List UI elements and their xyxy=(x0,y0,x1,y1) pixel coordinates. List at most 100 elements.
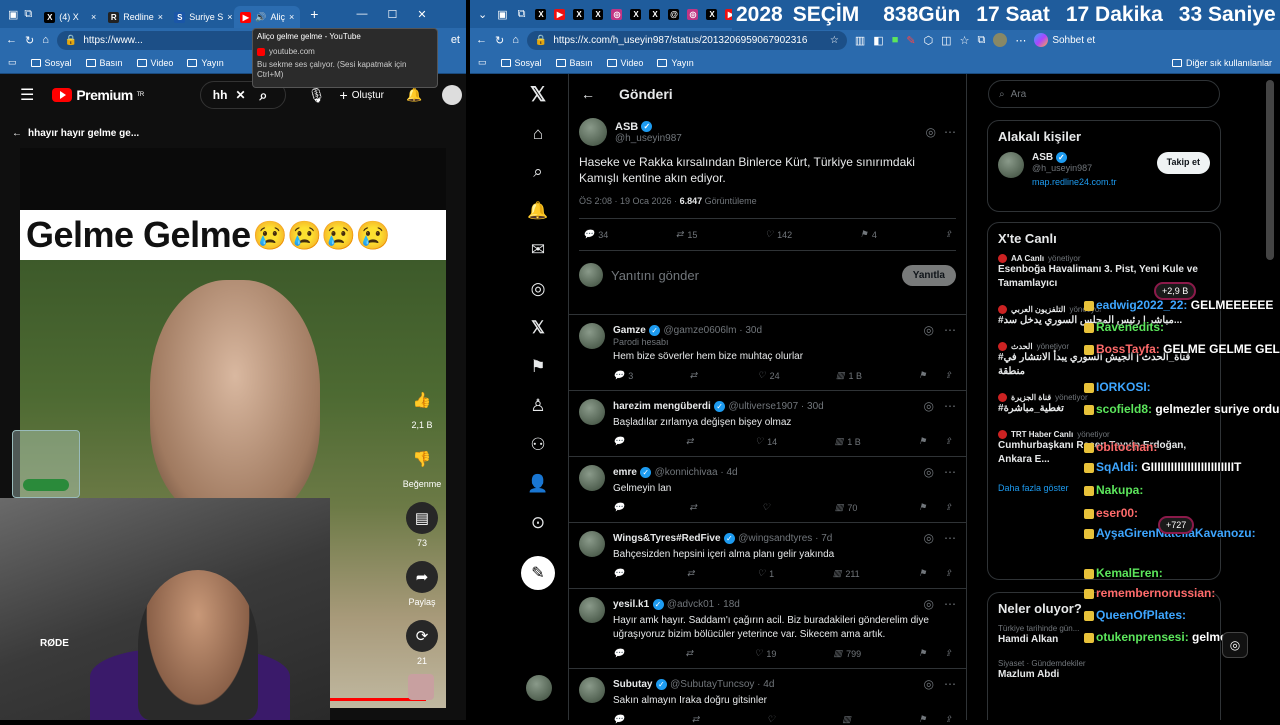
clear-icon[interactable]: ✕ xyxy=(235,88,245,102)
more-options-icon[interactable]: ⋯ xyxy=(944,323,956,337)
more-options-icon[interactable]: ⋯ xyxy=(944,597,956,611)
bookmark-folder[interactable]: Yayın xyxy=(187,58,224,68)
instagram-icon[interactable]: ◎ xyxy=(611,8,623,20)
live-viewer-badge[interactable]: +2,9 B xyxy=(1154,282,1197,300)
bookmark-folder[interactable]: Sosyal xyxy=(500,58,542,68)
share-icon[interactable]: ⇪ xyxy=(944,370,952,381)
bookmark-button[interactable]: ⚑ ⇪ xyxy=(918,502,952,513)
views-button[interactable]: ▥ 211 xyxy=(833,568,860,579)
explore-search-icon[interactable]: ⌕ xyxy=(520,162,556,182)
like-button[interactable]: ♡ 24 xyxy=(758,370,780,381)
more-circle-icon[interactable]: ⊙ xyxy=(520,513,556,533)
close-icon[interactable]: × xyxy=(91,12,96,22)
tab-actions-icon[interactable]: ⧉ xyxy=(24,8,32,21)
x-icon[interactable]: X xyxy=(535,8,547,20)
home-icon[interactable]: ⌂ xyxy=(42,34,49,46)
post-time[interactable]: ÖS 2:08 · 19 Oca 2026 · xyxy=(579,196,677,206)
reply-avatar[interactable] xyxy=(579,597,605,623)
tab-x[interactable]: X (4) X × xyxy=(38,6,102,28)
like-button[interactable]: ♡ 142 xyxy=(765,229,792,240)
post-author-name[interactable]: ASB xyxy=(615,121,638,133)
other-bookmarks[interactable]: Diğer sık kullanılanlar xyxy=(1171,58,1272,68)
back-arrow-icon[interactable]: ← xyxy=(581,86,595,102)
reply-avatar[interactable] xyxy=(579,677,605,703)
grok-icon[interactable]: ◎ xyxy=(924,399,934,413)
notifications-bell-icon[interactable]: 🔔 xyxy=(520,201,556,221)
bookmark-button[interactable]: ⚑ 4 xyxy=(860,229,877,240)
bell-icon[interactable]: 🔔 xyxy=(406,87,422,103)
x-icon[interactable]: X xyxy=(649,8,661,20)
repost-button[interactable]: ⇄ xyxy=(687,568,699,579)
favorites-icon[interactable]: ☆ xyxy=(960,34,970,47)
bookmark-folder[interactable]: Basın xyxy=(555,58,593,68)
reply-button[interactable]: 💬 xyxy=(613,648,628,659)
grok-icon[interactable]: ◎ xyxy=(924,323,934,337)
reply-input[interactable]: Yanıtını gönder xyxy=(611,268,894,283)
workspaces-icon[interactable]: ▣ xyxy=(497,8,507,21)
more-options-icon[interactable]: ⋯ xyxy=(944,399,956,413)
x-logo-icon[interactable]: 𝕏 xyxy=(520,82,556,107)
share-icon[interactable]: ⇪ xyxy=(944,436,952,447)
copilot-chat-button[interactable]: Sohbet et xyxy=(1034,33,1095,47)
reply-tweet[interactable]: Subutay ✓ @SubutayTuncsoy · 4d ◎ ⋯ Sakın … xyxy=(569,668,966,725)
create-button[interactable]: + Oluştur xyxy=(340,87,384,103)
more-options-icon[interactable]: ⋯ xyxy=(944,465,956,479)
like-button[interactable]: ♡ 19 xyxy=(754,648,776,659)
repost-button[interactable]: ⇄ xyxy=(685,648,697,659)
avatar[interactable] xyxy=(442,85,463,105)
like-button[interactable]: 👍 2,1 B xyxy=(400,384,444,430)
post-author-handle[interactable]: @h_useyin987 xyxy=(615,133,682,144)
relevant-link[interactable]: map.redline24.com.tr xyxy=(1032,177,1149,187)
reply-button[interactable]: 💬 3 xyxy=(613,370,633,381)
reply-tweet[interactable]: emre ✓ @konnichivaa · 4d ◎ ⋯ Gelmeyin lan… xyxy=(569,456,966,513)
scrollbar[interactable] xyxy=(1266,80,1274,260)
messages-icon[interactable]: ✉ xyxy=(520,240,556,260)
grok-icon[interactable]: ◎ xyxy=(924,597,934,611)
x-icon[interactable]: X xyxy=(706,8,718,20)
views-button[interactable]: ▥ 799 xyxy=(834,648,862,659)
post-compose-button[interactable]: ✎ xyxy=(521,556,555,590)
bookmark-folder[interactable]: Video xyxy=(606,58,643,68)
views-button[interactable]: ▥ 1 B xyxy=(835,436,861,447)
close-icon[interactable]: × xyxy=(289,12,294,22)
maximize-icon[interactable]: ☐ xyxy=(387,8,397,21)
tab-list-icon[interactable]: ⌄ xyxy=(478,8,487,21)
remix-button[interactable]: ⟳ 21 xyxy=(400,620,444,666)
reply-avatar[interactable] xyxy=(579,323,605,349)
reply-avatar[interactable] xyxy=(579,465,605,491)
bookmark-folder[interactable]: Basın xyxy=(85,58,123,68)
close-icon[interactable]: × xyxy=(158,12,163,22)
reply-avatar[interactable] xyxy=(579,531,605,557)
sound-thumbnail[interactable] xyxy=(408,674,434,700)
minimize-icon[interactable]: — xyxy=(356,8,367,20)
share-icon[interactable]: ⇪ xyxy=(944,648,952,659)
bookmark-button[interactable]: ⚑ ⇪ xyxy=(918,370,952,381)
like-button[interactable]: ♡ 1 xyxy=(757,568,774,579)
relevant-avatar[interactable] xyxy=(998,152,1024,178)
extension-icon[interactable]: ⬡ xyxy=(924,34,934,47)
more-options-icon[interactable]: ⋯ xyxy=(944,677,956,691)
new-tab-button[interactable]: + xyxy=(310,6,318,22)
share-icon[interactable]: ⇪ xyxy=(944,502,952,513)
grok-icon[interactable]: ◎ xyxy=(924,677,934,691)
like-button[interactable]: ♡ xyxy=(762,502,774,513)
reply-button[interactable]: 💬 xyxy=(613,436,628,447)
follow-button[interactable]: Takip et xyxy=(1156,152,1210,174)
close-icon[interactable]: × xyxy=(227,12,232,22)
youtube-logo[interactable]: Premium TR xyxy=(52,87,144,103)
trend-item[interactable]: Siyaset · Gündemdekiler Mazlum Abdi xyxy=(998,659,1210,682)
repost-button[interactable]: ⇄ xyxy=(690,370,702,381)
repost-button[interactable]: ⇄ xyxy=(686,436,698,447)
more-options-icon[interactable]: ⋯ xyxy=(944,125,956,139)
collections-icon[interactable]: ⧉ xyxy=(977,34,985,47)
back-arrow-icon[interactable]: ← xyxy=(12,128,22,139)
bookmarks-icon[interactable]: ⚑ xyxy=(520,357,556,377)
share-icon[interactable]: ⇪ xyxy=(944,568,952,579)
reply-author[interactable]: Gamze xyxy=(613,325,646,336)
extension-icon[interactable]: ◧ xyxy=(873,34,883,47)
refresh-icon[interactable]: ↻ xyxy=(25,34,34,47)
bookmark-folder[interactable]: Yayın xyxy=(657,58,694,68)
bookmark-folder[interactable]: Sosyal xyxy=(30,58,72,68)
youtube-icon[interactable]: ▶ xyxy=(554,8,566,20)
menu-icon[interactable]: ☰ xyxy=(20,85,34,105)
